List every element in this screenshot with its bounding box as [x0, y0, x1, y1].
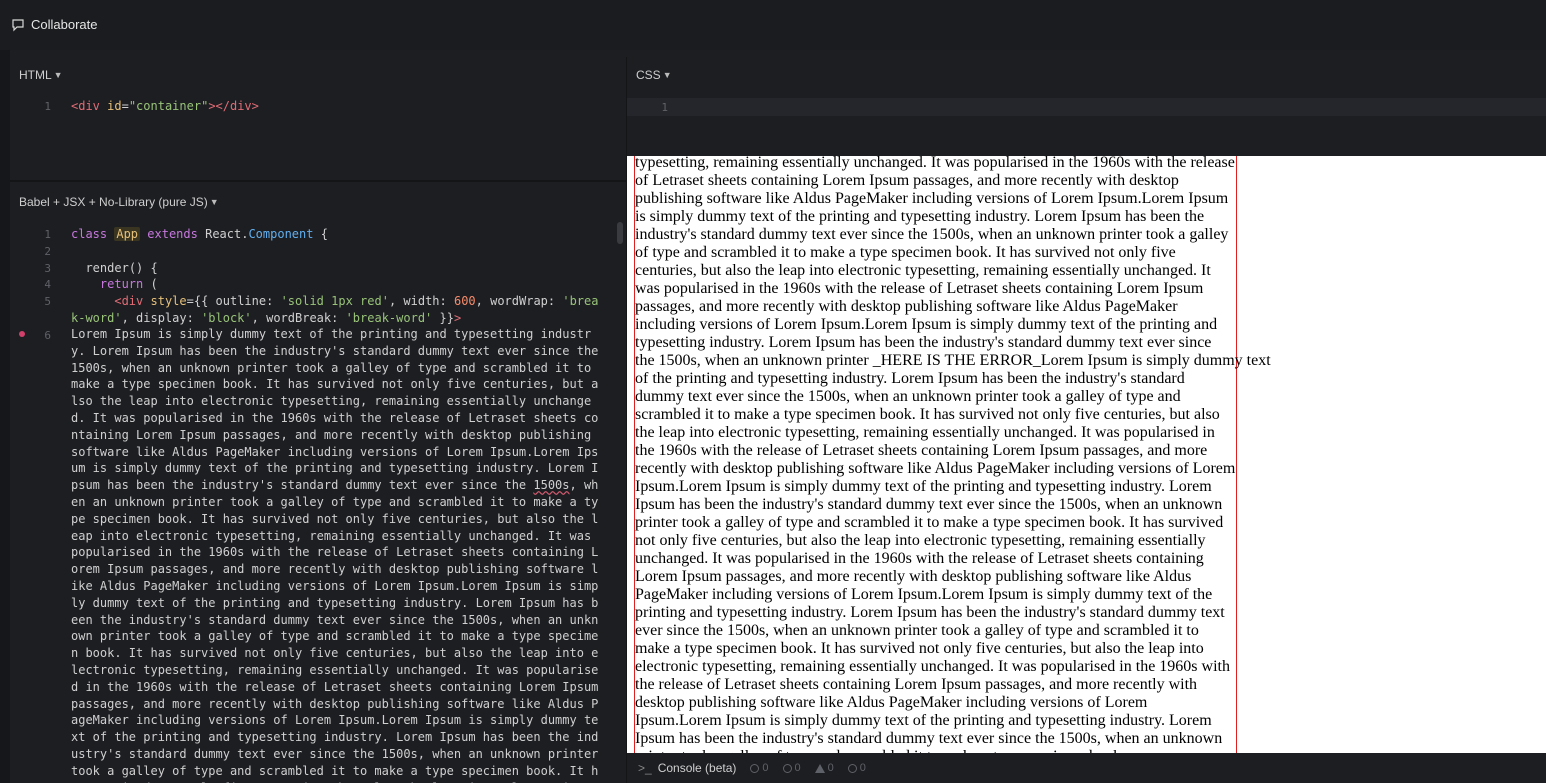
error-count-value: 0: [794, 762, 801, 774]
html-pane-title-text: HTML: [19, 68, 52, 82]
error-icon: [782, 763, 792, 773]
line-number: 5: [44, 295, 51, 308]
console-label: Console (beta): [657, 761, 737, 775]
scrollbar-thumb[interactable]: [617, 222, 623, 244]
left-gutter: [0, 50, 10, 783]
info-count-value: 0: [859, 762, 866, 774]
js-code-line[interactable]: render() {: [71, 260, 157, 277]
warning-count-value: 0: [827, 762, 834, 774]
html-code-line[interactable]: <div id="container"></div>: [71, 98, 259, 115]
js-pane-title-text: Babel + JSX + No-Library (pure JS): [19, 195, 208, 209]
js-code-text-block[interactable]: Lorem Ipsum is simply dummy text of the …: [71, 326, 599, 783]
html-pane-title[interactable]: HTML ▼: [19, 68, 63, 82]
error-underlined-word[interactable]: 1500s: [533, 478, 569, 492]
chevron-down-icon: ▼: [662, 70, 672, 80]
console-bar: >_ Console (beta) 0 0 0 0: [627, 753, 1546, 783]
error-marker[interactable]: [19, 331, 25, 337]
js-pane-title[interactable]: Babel + JSX + No-Library (pure JS) ▼: [19, 195, 219, 209]
collaborate-button[interactable]: Collaborate: [11, 17, 98, 32]
overflow-error-line: the 1500s, when an unknown printer _HERE…: [635, 352, 1271, 369]
line-number: 2: [44, 245, 51, 258]
top-bar: Collaborate: [0, 0, 1546, 50]
info-icon: [750, 763, 760, 773]
line-number: 3: [44, 262, 51, 275]
line-number: 1: [661, 101, 668, 114]
js-code-line[interactable]: <div style={{ outline: 'solid 1px red', …: [71, 293, 598, 310]
warning-icon: [814, 763, 825, 773]
info-count[interactable]: 0: [847, 762, 866, 774]
chevron-down-icon: ▼: [209, 197, 219, 207]
js-code-line[interactable]: k-word', display: 'block', wordBreak: 'b…: [71, 310, 461, 327]
line-number: 4: [44, 278, 51, 291]
chevron-down-icon: ▼: [53, 70, 63, 80]
result-text-before: typesetting, remaining essentially uncha…: [635, 156, 1235, 351]
container-div: typesetting, remaining essentially uncha…: [634, 156, 1237, 753]
js-text-segment: , when an unknown printer took a galley …: [71, 478, 599, 783]
line-number: 1: [44, 228, 51, 241]
css-pane-title-text: CSS: [636, 68, 661, 82]
line-number: 1: [44, 100, 51, 113]
result-preview[interactable]: typesetting, remaining essentially uncha…: [627, 156, 1546, 753]
css-pane-title[interactable]: CSS ▼: [636, 68, 672, 82]
js-text-segment: Lorem Ipsum is simply dummy text of the …: [71, 327, 599, 493]
warning-count[interactable]: 0: [814, 762, 834, 774]
chat-bubble-icon: [12, 18, 24, 31]
info-icon: [847, 763, 857, 773]
line-number: 6: [44, 329, 51, 342]
terminal-icon: >_: [638, 761, 652, 775]
js-code-line[interactable]: class App extends React.Component {: [71, 226, 328, 243]
log-count[interactable]: 0: [750, 762, 769, 774]
collaborate-label: Collaborate: [31, 17, 98, 32]
log-count-value: 0: [762, 762, 769, 774]
error-count[interactable]: 0: [782, 762, 801, 774]
pane-divider[interactable]: [10, 180, 626, 182]
js-code-line[interactable]: return (: [71, 276, 158, 293]
css-active-line[interactable]: [627, 98, 1546, 116]
console-toggle-button[interactable]: >_ Console (beta): [638, 761, 736, 775]
result-text-after: of the printing and typesetting industry…: [635, 370, 1236, 753]
